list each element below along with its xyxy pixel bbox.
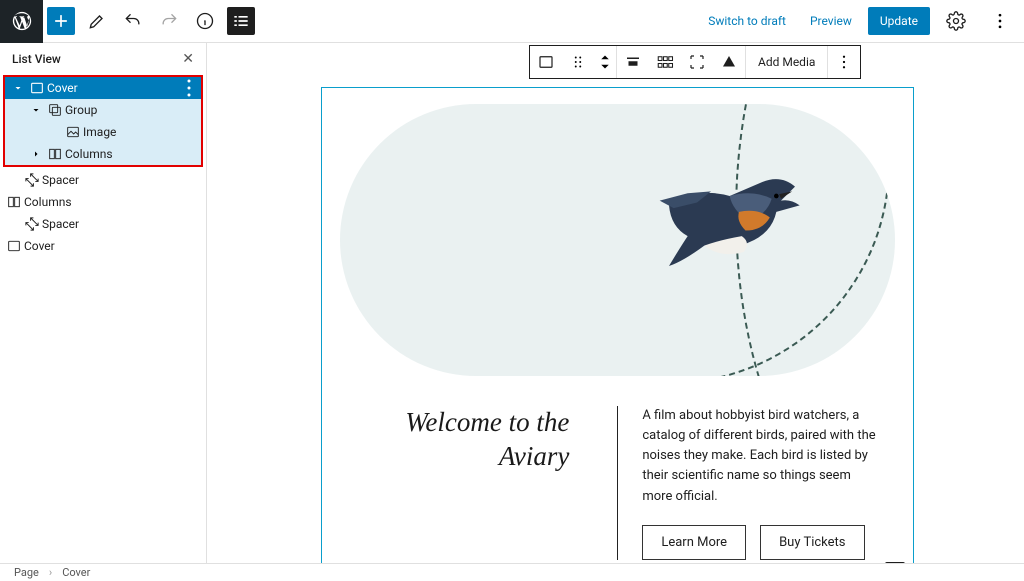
learn-more-button[interactable]: Learn More <box>642 525 746 560</box>
move-buttons[interactable] <box>594 46 616 78</box>
tree-label: Cover <box>47 81 177 95</box>
tree-item-options[interactable] <box>177 76 201 100</box>
tree-label: Spacer <box>42 173 206 187</box>
editor-topbar: Switch to draft Preview Update <box>0 0 1024 43</box>
edit-mode-button[interactable] <box>79 3 115 39</box>
content-column: A film about hobbyist bird watchers, a c… <box>617 406 879 560</box>
more-options-button[interactable] <box>982 3 1018 39</box>
spacer-block-icon <box>22 172 42 188</box>
topbar-right: Switch to draft Preview Update <box>700 3 1024 39</box>
tree-item-columns-inner[interactable]: Columns <box>5 143 201 165</box>
tree-item-cover[interactable]: Cover <box>5 77 201 99</box>
align-button[interactable] <box>617 46 649 78</box>
tree-label: Image <box>83 125 201 139</box>
undo-button[interactable] <box>115 3 151 39</box>
tree-label: Cover <box>24 239 206 253</box>
cover-block-icon <box>27 80 47 96</box>
tree-item-columns[interactable]: Columns <box>0 191 206 213</box>
list-view-toggle[interactable] <box>227 7 255 35</box>
tree-label: Spacer <box>42 217 206 231</box>
tree-item-cover[interactable]: Cover <box>0 235 206 257</box>
hero-image <box>340 104 895 376</box>
tree-item-image[interactable]: Image <box>5 121 201 143</box>
tree-label: Columns <box>65 147 201 161</box>
buy-tickets-button[interactable]: Buy Tickets <box>760 525 864 560</box>
columns-block-icon <box>45 146 65 162</box>
block-more-options[interactable] <box>828 46 860 78</box>
tree-item-spacer[interactable]: Spacer <box>0 213 206 235</box>
chevron-down-icon[interactable] <box>9 82 27 94</box>
page-heading[interactable]: Welcome to the Aviary <box>356 406 569 474</box>
list-view-title: List View <box>12 52 61 66</box>
tree-label: Columns <box>24 195 206 209</box>
breadcrumb-current[interactable]: Cover <box>62 566 90 579</box>
topbar-left <box>0 0 255 42</box>
breadcrumb-separator: › <box>49 566 52 579</box>
columns-block: Welcome to the Aviary A film about hobby… <box>340 406 895 560</box>
cover-block[interactable]: Welcome to the Aviary A film about hobby… <box>321 87 914 563</box>
duotone-button[interactable] <box>713 46 745 78</box>
list-view-panel: List View ✕ Cover Group I <box>0 43 207 563</box>
selected-tree-group: Cover Group Image Columns <box>3 75 203 167</box>
block-toolbar: Add Media <box>529 45 861 79</box>
columns-block-icon <box>4 194 24 210</box>
spacer-block-icon <box>22 216 42 232</box>
info-button[interactable] <box>187 3 223 39</box>
tree-item-group[interactable]: Group <box>5 99 201 121</box>
breadcrumb-root[interactable]: Page <box>14 566 39 579</box>
tree-label: Group <box>65 103 201 117</box>
image-block-icon <box>63 124 83 140</box>
block-tree: Cover Group Image Columns <box>0 75 206 257</box>
settings-button[interactable] <box>938 3 974 39</box>
intro-paragraph[interactable]: A film about hobbyist bird watchers, a c… <box>642 406 879 507</box>
drag-handle[interactable] <box>562 46 594 78</box>
block-type-button[interactable] <box>530 46 562 78</box>
chevron-down-icon[interactable] <box>27 104 45 116</box>
tree-item-spacer[interactable]: Spacer <box>0 169 206 191</box>
cover-block-icon <box>4 238 24 254</box>
chevron-right-icon[interactable] <box>27 148 45 160</box>
redo-button[interactable] <box>151 3 187 39</box>
content-position-button[interactable] <box>649 46 681 78</box>
block-breadcrumb: Page › Cover <box>0 563 1024 581</box>
group-block-icon <box>45 102 65 118</box>
switch-to-draft-button[interactable]: Switch to draft <box>700 8 794 34</box>
add-block-button[interactable] <box>47 7 75 35</box>
heading-column: Welcome to the Aviary <box>356 406 591 474</box>
full-height-button[interactable] <box>681 46 713 78</box>
editor-canvas: Add Media <box>207 43 1024 563</box>
update-button[interactable]: Update <box>868 7 930 35</box>
wordpress-logo[interactable] <box>0 0 43 43</box>
close-list-view-button[interactable]: ✕ <box>182 51 194 67</box>
bird-illustration <box>630 154 820 298</box>
preview-button[interactable]: Preview <box>802 8 860 34</box>
add-media-button[interactable]: Add Media <box>746 46 827 78</box>
